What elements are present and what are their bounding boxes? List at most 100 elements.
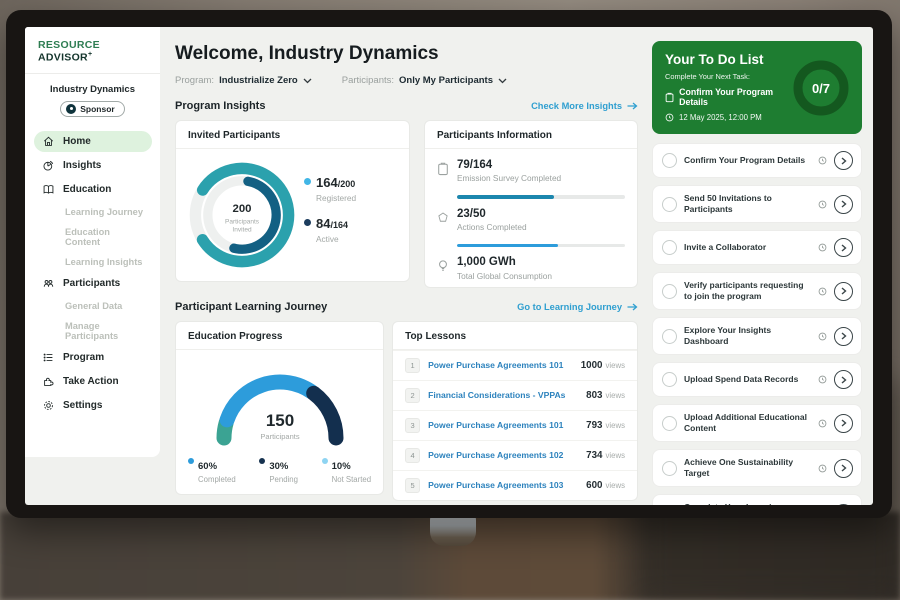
check-more-insights-link[interactable]: Check More Insights bbox=[531, 101, 638, 111]
task-label: Confirm Your Program Details bbox=[684, 155, 811, 166]
registered-dot bbox=[304, 178, 311, 185]
lesson-link[interactable]: Power Purchase Agreements 101 bbox=[428, 360, 581, 370]
bulb-icon bbox=[437, 259, 449, 273]
lesson-views: 1000 bbox=[581, 360, 603, 371]
gauge-chart: 150 Participants bbox=[200, 360, 360, 452]
task-row[interactable]: Upload Spend Data Records bbox=[652, 362, 862, 397]
pending-pct: 30% bbox=[269, 461, 288, 472]
lesson-views: 600 bbox=[586, 480, 602, 491]
card-title: Education Progress bbox=[176, 322, 383, 350]
active-value: 84 bbox=[316, 216, 330, 231]
program-value: Industrialize Zero bbox=[219, 75, 298, 86]
lesson-row: 4 Power Purchase Agreements 102 734 view… bbox=[393, 440, 637, 470]
task-checkbox[interactable] bbox=[662, 416, 677, 431]
task-open-button[interactable] bbox=[834, 504, 853, 505]
task-checkbox[interactable] bbox=[662, 329, 677, 344]
arrow-right-icon bbox=[627, 303, 638, 311]
sidebar-item-education-content[interactable]: Education Content bbox=[34, 223, 152, 251]
sidebar-item-settings[interactable]: Settings bbox=[34, 395, 152, 416]
task-label: Invite a Collaborator bbox=[684, 242, 811, 253]
stat-value: 79/164 bbox=[457, 159, 561, 172]
insights-cards-row: Invited Participants 200 Participants In… bbox=[175, 120, 638, 288]
card-title: Top Lessons bbox=[393, 322, 637, 350]
emission-progress-bar bbox=[457, 195, 625, 199]
clock-icon bbox=[818, 200, 827, 209]
task-row[interactable]: Achieve One Sustainability Target bbox=[652, 449, 862, 487]
sidebar-item-label: Education bbox=[63, 184, 111, 195]
stat-label: Total Global Consumption bbox=[457, 271, 552, 281]
section-title: Participant Learning Journey bbox=[175, 301, 327, 313]
sponsor-badge-icon bbox=[66, 104, 76, 114]
chevron-down-icon bbox=[498, 78, 507, 84]
clipboard-icon bbox=[665, 92, 674, 103]
task-row[interactable]: Complete Your Learning Journey bbox=[652, 494, 862, 505]
chevron-down-icon bbox=[303, 78, 312, 84]
not-started-pct: 10% bbox=[332, 461, 351, 472]
sidebar-item-learning-insights[interactable]: Learning Insights bbox=[34, 253, 152, 271]
go-to-learning-journey-link[interactable]: Go to Learning Journey bbox=[517, 302, 638, 312]
due-label: 12 May 2025, 12:00 PM bbox=[679, 113, 762, 122]
task-checkbox[interactable] bbox=[662, 284, 677, 299]
registered-total: /200 bbox=[338, 179, 356, 189]
todo-next-task: Confirm Your Program Details bbox=[665, 87, 793, 107]
task-row[interactable]: Confirm Your Program Details bbox=[652, 143, 862, 178]
task-open-button[interactable] bbox=[834, 238, 853, 257]
sidebar-item-take-action[interactable]: Take Action bbox=[34, 371, 152, 392]
task-row[interactable]: Upload Additional Educational Content bbox=[652, 404, 862, 442]
stat-emission-survey: 79/164 Emission Survey Completed bbox=[425, 149, 637, 189]
task-checkbox[interactable] bbox=[662, 153, 677, 168]
sidebar-item-general-data[interactable]: General Data bbox=[34, 297, 152, 315]
sidebar-item-label: Settings bbox=[63, 400, 102, 411]
task-open-button[interactable] bbox=[834, 459, 853, 478]
not-started-label: Not Started bbox=[332, 475, 371, 484]
double-donut-chart: 200 Participants Invited bbox=[184, 157, 300, 273]
task-open-button[interactable] bbox=[834, 327, 853, 346]
clock-icon bbox=[818, 464, 827, 473]
sidebar-item-program[interactable]: Program bbox=[34, 347, 152, 368]
gauge-legend: 60% Completed 30% Pending 10% Not Starte… bbox=[176, 454, 383, 494]
task-open-button[interactable] bbox=[834, 195, 853, 214]
lesson-views: 793 bbox=[586, 420, 602, 431]
program-dropdown[interactable]: Program: Industrialize Zero bbox=[175, 75, 312, 86]
chevron-right-icon bbox=[841, 464, 847, 472]
logo-plus: + bbox=[88, 51, 92, 58]
lesson-row: 3 Power Purchase Agreements 101 793 view… bbox=[393, 410, 637, 440]
monitor-bezel: RESOURCE ADVISOR+ Industry Dynamics Spon… bbox=[6, 10, 892, 518]
sponsor-badge[interactable]: Sponsor bbox=[60, 101, 124, 117]
not-started-dot bbox=[322, 458, 328, 464]
task-open-button[interactable] bbox=[834, 414, 853, 433]
task-open-button[interactable] bbox=[834, 282, 853, 301]
task-checkbox[interactable] bbox=[662, 197, 677, 212]
card-title: Invited Participants bbox=[176, 121, 409, 149]
lesson-link[interactable]: Power Purchase Agreements 103 bbox=[428, 480, 586, 490]
task-label: Explore Your Insights Dashboard bbox=[684, 325, 811, 347]
task-checkbox[interactable] bbox=[662, 240, 677, 255]
learning-journey-header: Participant Learning Journey Go to Learn… bbox=[175, 301, 638, 313]
task-open-button[interactable] bbox=[834, 151, 853, 170]
app-logo: RESOURCE ADVISOR+ bbox=[25, 27, 160, 74]
task-row[interactable]: Verify participants requesting to join t… bbox=[652, 272, 862, 310]
sidebar-item-insights[interactable]: Insights bbox=[34, 155, 152, 176]
journey-cards-row: Education Progress 150 Participants 60% bbox=[175, 321, 638, 501]
stat-label: Emission Survey Completed bbox=[457, 173, 561, 183]
task-row[interactable]: Invite a Collaborator bbox=[652, 230, 862, 265]
lesson-link[interactable]: Power Purchase Agreements 102 bbox=[428, 450, 586, 460]
task-checkbox[interactable] bbox=[662, 461, 677, 476]
participants-dropdown[interactable]: Participants: Only My Participants bbox=[342, 75, 507, 86]
lesson-views: 803 bbox=[586, 390, 602, 401]
task-checkbox[interactable] bbox=[662, 372, 677, 387]
sidebar-item-education[interactable]: Education bbox=[34, 179, 152, 200]
participants-information-card: Participants Information 79/164 Emission… bbox=[424, 120, 638, 288]
task-row[interactable]: Explore Your Insights Dashboard bbox=[652, 317, 862, 355]
lesson-link[interactable]: Financial Considerations - VPPAs bbox=[428, 390, 586, 400]
completed-pct: 60% bbox=[198, 461, 217, 472]
task-row[interactable]: Send 50 Invitations to Participants bbox=[652, 185, 862, 223]
task-label: Verify participants requesting to join t… bbox=[684, 280, 811, 302]
lesson-link[interactable]: Power Purchase Agreements 101 bbox=[428, 420, 586, 430]
sidebar-item-participants[interactable]: Participants bbox=[34, 273, 152, 294]
sidebar-item-home[interactable]: Home bbox=[34, 131, 152, 152]
sidebar-item-learning-journey[interactable]: Learning Journey bbox=[34, 203, 152, 221]
task-open-button[interactable] bbox=[834, 370, 853, 389]
sidebar-item-manage-participants[interactable]: Manage Participants bbox=[34, 317, 152, 345]
lesson-row: 5 Power Purchase Agreements 103 600 view… bbox=[393, 470, 637, 500]
